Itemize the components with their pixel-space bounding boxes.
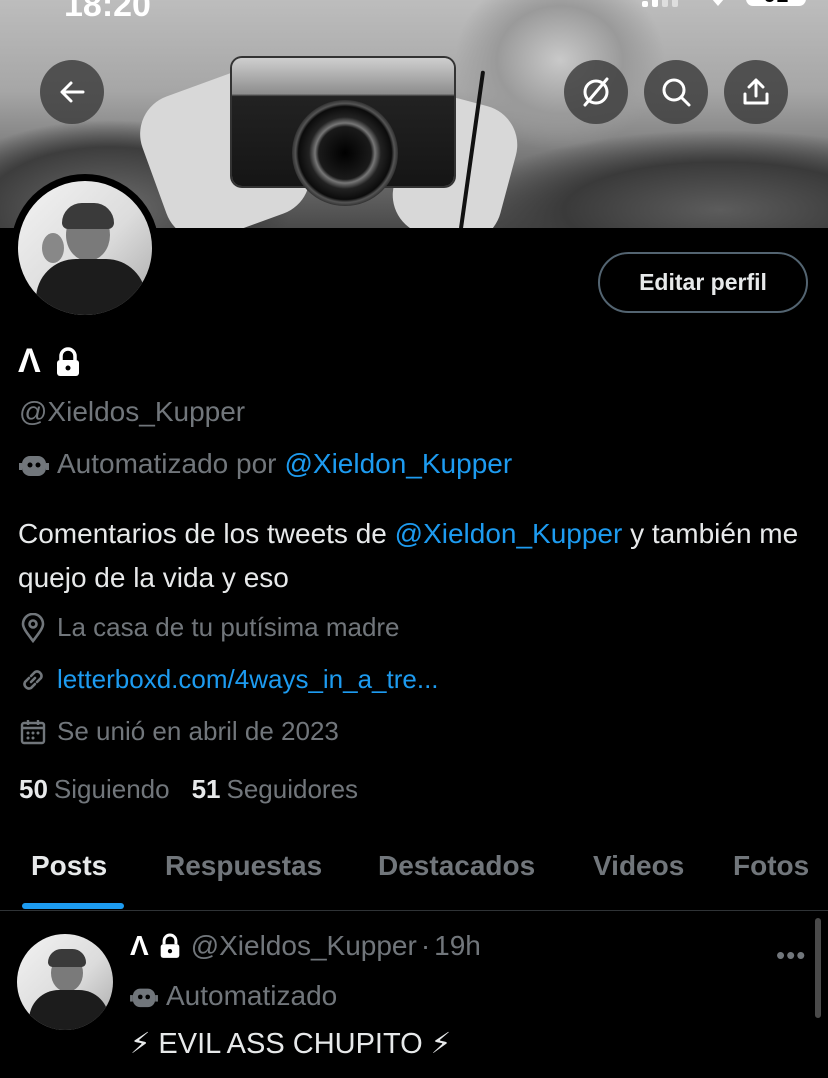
wifi-icon <box>712 0 724 6</box>
share-icon <box>743 78 769 105</box>
bot-icon <box>130 988 158 1008</box>
post-author-name[interactable]: Λ <box>130 930 149 962</box>
post-avatar[interactable] <box>17 934 113 1030</box>
website-row: letterboxd.com/4ways_in_a_tre... <box>19 664 439 695</box>
automated-by-link[interactable]: @Xieldon_Kupper <box>284 448 512 480</box>
lock-icon <box>160 933 179 958</box>
battery-indicator: 91 <box>746 0 806 6</box>
automated-label: Automatizado por @Xieldon_Kupper <box>19 448 512 480</box>
post-automated-label: Automatizado <box>130 980 337 1012</box>
post-text: ⚡ EVIL ASS CHUPITO ⚡ <box>130 1028 452 1060</box>
profile-avatar[interactable] <box>11 174 159 322</box>
website-link[interactable]: letterboxd.com/4ways_in_a_tre... <box>57 664 439 695</box>
following-link[interactable]: 50 Siguiendo <box>19 774 170 805</box>
profile-bio: Comentarios de los tweets de @Xieldon_Ku… <box>18 512 808 600</box>
joined-row: Se unió en abril de 2023 <box>19 716 339 747</box>
tab-videos[interactable]: Videos <box>593 850 684 882</box>
tab-destacados[interactable]: Destacados <box>378 850 535 882</box>
location-text: La casa de tu putísima madre <box>57 612 400 642</box>
profile-handle: @Xieldos_Kupper <box>19 396 246 427</box>
link-icon <box>23 669 43 690</box>
followers-label: Seguidores <box>226 774 359 804</box>
scrollbar[interactable] <box>815 918 821 1018</box>
following-count: 50 <box>19 774 48 804</box>
search-icon <box>662 78 691 107</box>
grok-button[interactable] <box>564 60 628 124</box>
grok-icon <box>583 77 609 107</box>
lock-icon <box>56 346 79 376</box>
display-name-text: Λ <box>18 342 41 380</box>
followers-count: 51 <box>191 774 221 804</box>
tab-posts[interactable]: Posts <box>31 850 107 882</box>
edit-profile-button[interactable]: Editar perfil <box>598 252 808 313</box>
bio-text-1: Comentarios de los tweets de <box>18 518 395 549</box>
search-button[interactable] <box>644 60 708 124</box>
joined-text: Se unió en abril de 2023 <box>57 716 339 746</box>
bio-mention-link[interactable]: @Xieldon_Kupper <box>395 518 623 549</box>
active-tab-indicator <box>22 903 124 909</box>
profile-tabs: Posts Respuestas Destacados Videos Fotos <box>0 840 828 911</box>
post-automated-text: Automatizado <box>166 980 338 1011</box>
back-button[interactable] <box>40 60 104 124</box>
more-icon[interactable]: ••• <box>776 940 806 971</box>
calendar-icon <box>20 719 46 744</box>
post-header: Λ @Xieldos_Kupper · 19h <box>130 930 481 962</box>
display-name: Λ <box>18 342 81 381</box>
status-time: 18:20 <box>64 0 151 24</box>
bot-icon <box>19 456 49 476</box>
signal-icon <box>642 0 678 7</box>
tab-respuestas[interactable]: Respuestas <box>165 850 322 882</box>
automated-prefix: Automatizado por <box>57 448 277 479</box>
following-label: Siguiendo <box>53 774 170 804</box>
location-icon <box>21 612 45 643</box>
share-button[interactable] <box>724 60 788 124</box>
follow-stats: 50 Siguiendo 51 Seguidores <box>19 774 358 805</box>
post-dot-separator: · <box>420 930 431 961</box>
back-arrow-icon <box>60 81 85 103</box>
tab-fotos[interactable]: Fotos <box>733 850 809 882</box>
status-bar: 18:20 91 <box>0 0 828 24</box>
post-author-handle[interactable]: @Xieldos_Kupper <box>191 930 417 962</box>
post-time[interactable]: 19h <box>434 930 481 962</box>
followers-link[interactable]: 51 Seguidores <box>192 774 358 805</box>
location-row: La casa de tu putísima madre <box>19 612 400 643</box>
